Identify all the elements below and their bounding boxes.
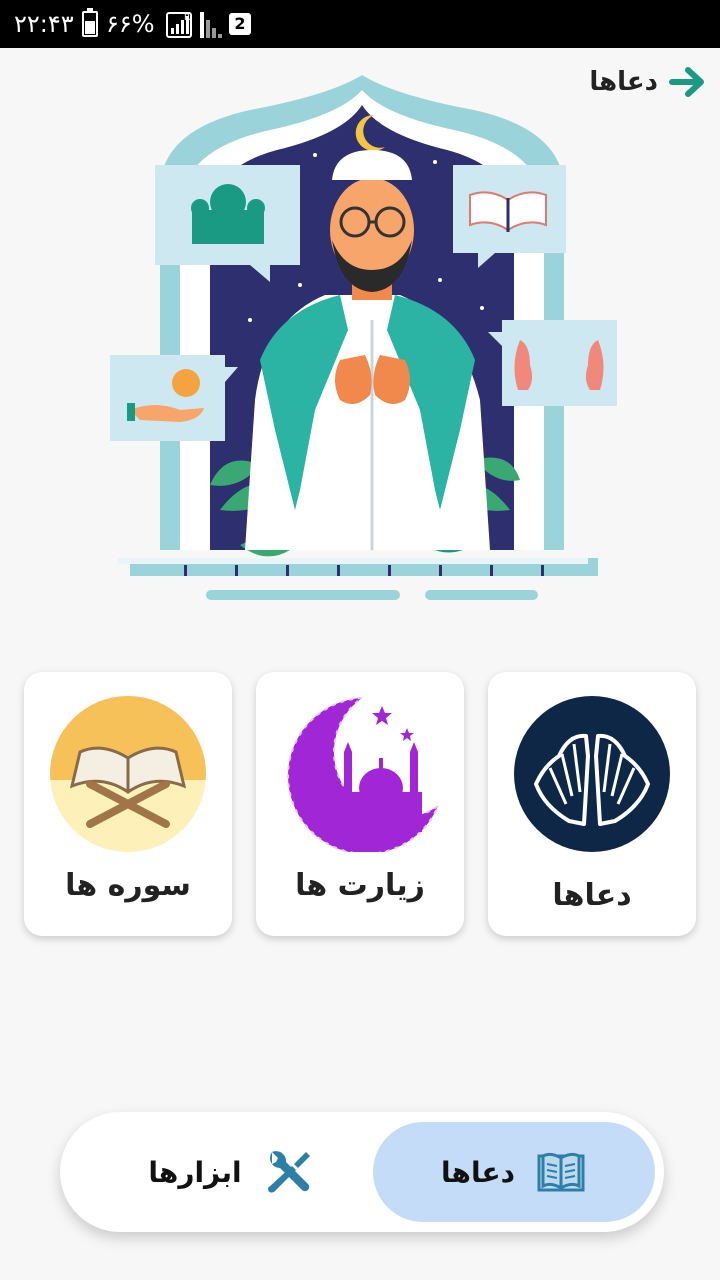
hands-bubble: [488, 320, 617, 406]
signal-roaming-icon: R: [166, 12, 192, 38]
praying-hands-icon: [514, 696, 670, 852]
praying-man-illustration: [110, 75, 617, 600]
book-icon: [537, 1152, 585, 1192]
tools-icon: [267, 1151, 310, 1193]
nav-tab-duas[interactable]: دعاها: [373, 1122, 655, 1222]
signal-icon: [200, 12, 224, 38]
category-label: دعاها: [552, 878, 632, 913]
status-battery: ۶۶%: [106, 10, 155, 38]
category-label: سوره ها: [65, 868, 191, 903]
mosque-crescent-icon: [287, 696, 438, 852]
status-time: ۲۲:۴۳: [14, 10, 74, 38]
nav-tab-label: دعاها: [441, 1155, 515, 1189]
mosque-bubble: [155, 165, 300, 282]
category-cards: دعاها زیارت ها سوره ها: [24, 672, 696, 936]
category-card-surahs[interactable]: سوره ها: [24, 672, 232, 936]
quran-stand-icon: [50, 696, 206, 852]
battery-icon: [82, 8, 98, 37]
category-label: زیارت ها: [295, 868, 425, 903]
category-card-duas[interactable]: دعاها: [488, 672, 696, 936]
status-bar: ۲۲:۴۳ ۶۶% R 2: [0, 0, 720, 48]
sim-slot-icon: 2: [229, 13, 251, 35]
arrow-right-icon[interactable]: [668, 62, 708, 102]
book-bubble: [453, 165, 566, 268]
charity-bubble: [110, 355, 238, 441]
nav-tab-label: ابزارها: [148, 1155, 242, 1189]
bottom-navigation: دعاها ابزارها: [60, 1112, 664, 1232]
nav-tab-tools[interactable]: ابزارها: [90, 1122, 372, 1222]
category-card-ziyarat[interactable]: زیارت ها: [256, 672, 464, 936]
